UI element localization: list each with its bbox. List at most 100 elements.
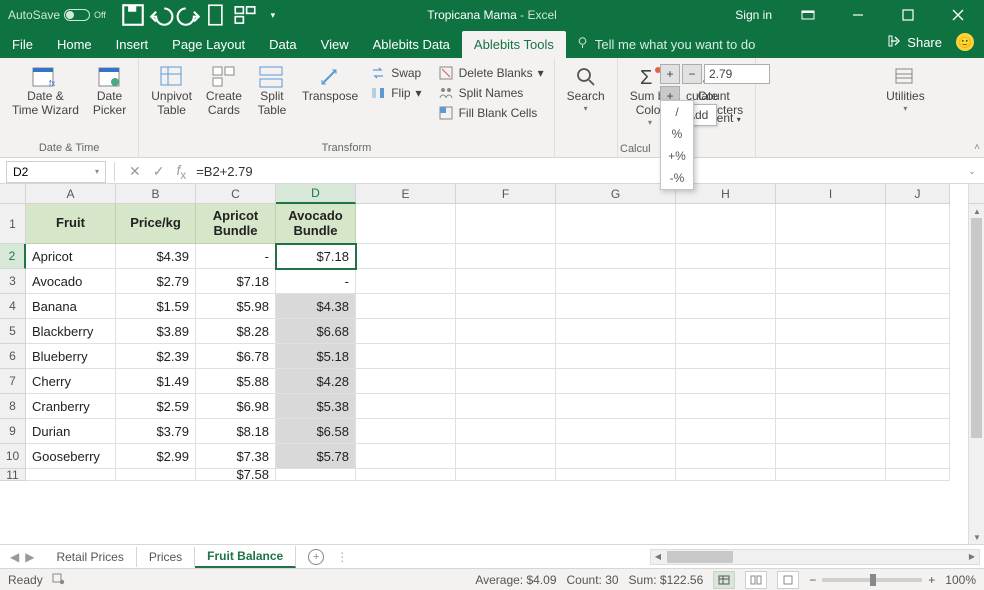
- sheet-next-icon[interactable]: ▶: [25, 550, 34, 564]
- cell[interactable]: [886, 269, 950, 294]
- cell[interactable]: $7.58: [196, 469, 276, 481]
- op-percent[interactable]: %: [661, 123, 693, 145]
- view-page-break-icon[interactable]: [777, 571, 799, 589]
- scroll-up-icon[interactable]: ▲: [969, 204, 984, 218]
- cell[interactable]: $6.58: [276, 419, 356, 444]
- cell[interactable]: $3.79: [116, 419, 196, 444]
- cell[interactable]: Cranberry: [26, 394, 116, 419]
- cell[interactable]: Blackberry: [26, 319, 116, 344]
- minimize-icon[interactable]: [836, 0, 880, 30]
- cell[interactable]: [776, 394, 886, 419]
- row-header-1[interactable]: 1: [0, 204, 26, 244]
- cell[interactable]: -: [276, 269, 356, 294]
- utilities-button[interactable]: Utilities▾: [880, 60, 931, 113]
- hscrollbar-thumb[interactable]: [667, 551, 733, 563]
- split-table-button[interactable]: Split Table: [250, 60, 294, 122]
- cell[interactable]: [356, 244, 456, 269]
- enter-formula-icon[interactable]: ✓: [147, 163, 171, 180]
- search-button[interactable]: Search▾: [561, 60, 611, 113]
- qat-new-icon[interactable]: [204, 2, 230, 28]
- tab-ablebits-tools[interactable]: Ablebits Tools: [462, 31, 566, 58]
- cell[interactable]: [556, 344, 676, 369]
- cell[interactable]: [776, 269, 886, 294]
- scrollbar-thumb[interactable]: [971, 218, 982, 438]
- column-header-B[interactable]: B: [116, 184, 196, 204]
- cell[interactable]: Banana: [26, 294, 116, 319]
- cell[interactable]: [456, 344, 556, 369]
- cell[interactable]: [676, 344, 776, 369]
- cells-area[interactable]: FruitPrice/kgApricot BundleAvocado Bundl…: [26, 204, 950, 481]
- cell[interactable]: $5.98: [196, 294, 276, 319]
- cell[interactable]: [676, 319, 776, 344]
- cell[interactable]: [456, 294, 556, 319]
- view-page-layout-icon[interactable]: [745, 571, 767, 589]
- cell[interactable]: -: [196, 244, 276, 269]
- row-header-9[interactable]: 9: [0, 419, 26, 444]
- cell[interactable]: [886, 394, 950, 419]
- calc-plus-button[interactable]: +: [660, 64, 680, 84]
- cell[interactable]: [556, 444, 676, 469]
- cell[interactable]: [676, 269, 776, 294]
- autosave-toggle[interactable]: AutoSave Off: [0, 8, 114, 22]
- sheet-tab-fruit-balance[interactable]: Fruit Balance: [195, 546, 296, 568]
- share-button[interactable]: Share: [888, 34, 942, 51]
- close-icon[interactable]: [936, 0, 980, 30]
- cell[interactable]: [776, 369, 886, 394]
- select-all-triangle[interactable]: [0, 184, 26, 204]
- cell[interactable]: $4.39: [116, 244, 196, 269]
- column-header-C[interactable]: C: [196, 184, 276, 204]
- cell[interactable]: Durian: [26, 419, 116, 444]
- expand-formula-bar-icon[interactable]: ⌄: [966, 166, 984, 177]
- cell[interactable]: $8.18: [196, 419, 276, 444]
- cell[interactable]: $5.38: [276, 394, 356, 419]
- cell[interactable]: $5.88: [196, 369, 276, 394]
- column-header-D[interactable]: D: [276, 184, 356, 204]
- row-header-3[interactable]: 3: [0, 269, 26, 294]
- add-sheet-button[interactable]: +: [304, 545, 328, 569]
- date-picker-button[interactable]: Date Picker: [87, 60, 132, 118]
- cell[interactable]: [886, 204, 950, 244]
- cell[interactable]: [556, 419, 676, 444]
- cell[interactable]: [676, 204, 776, 244]
- formula-input[interactable]: =B2+2.79: [192, 164, 966, 179]
- undo-icon[interactable]: [148, 2, 174, 28]
- op-minus-percent[interactable]: -%: [661, 167, 693, 189]
- flip-button[interactable]: Flip ▾: [366, 84, 425, 102]
- tab-split-handle[interactable]: ⋮: [328, 550, 356, 564]
- cell[interactable]: $6.98: [196, 394, 276, 419]
- cell[interactable]: $6.68: [276, 319, 356, 344]
- transpose-button[interactable]: Transpose: [296, 60, 364, 122]
- cell[interactable]: [456, 419, 556, 444]
- cell[interactable]: $5.18: [276, 344, 356, 369]
- cell[interactable]: [676, 244, 776, 269]
- column-header-A[interactable]: A: [26, 184, 116, 204]
- cell[interactable]: [676, 394, 776, 419]
- sheet-tab-retail-prices[interactable]: Retail Prices: [44, 547, 136, 567]
- row-header-7[interactable]: 7: [0, 369, 26, 394]
- tab-file[interactable]: File: [0, 31, 45, 58]
- cell[interactable]: $2.39: [116, 344, 196, 369]
- column-header-I[interactable]: I: [776, 184, 886, 204]
- autosave-switch-icon[interactable]: [64, 9, 90, 21]
- cell[interactable]: [776, 444, 886, 469]
- ribbon-display-icon[interactable]: [786, 0, 830, 30]
- op-plus-percent[interactable]: +%: [661, 145, 693, 167]
- column-header-G[interactable]: G: [556, 184, 676, 204]
- cell[interactable]: [556, 204, 676, 244]
- vertical-scrollbar[interactable]: ▲ ▼: [968, 204, 984, 544]
- cell[interactable]: [356, 294, 456, 319]
- cell[interactable]: [676, 469, 776, 481]
- cell[interactable]: [356, 204, 456, 244]
- header-cell[interactable]: Apricot Bundle: [196, 204, 276, 244]
- cell[interactable]: [776, 204, 886, 244]
- cell[interactable]: $7.38: [196, 444, 276, 469]
- row-header-4[interactable]: 4: [0, 294, 26, 319]
- cell[interactable]: [776, 469, 886, 481]
- cell[interactable]: [556, 319, 676, 344]
- cell[interactable]: [886, 344, 950, 369]
- cell[interactable]: $7.18: [276, 244, 356, 269]
- row-header-2[interactable]: 2: [0, 244, 26, 269]
- cell[interactable]: Gooseberry: [26, 444, 116, 469]
- cell[interactable]: $1.49: [116, 369, 196, 394]
- cell[interactable]: Cherry: [26, 369, 116, 394]
